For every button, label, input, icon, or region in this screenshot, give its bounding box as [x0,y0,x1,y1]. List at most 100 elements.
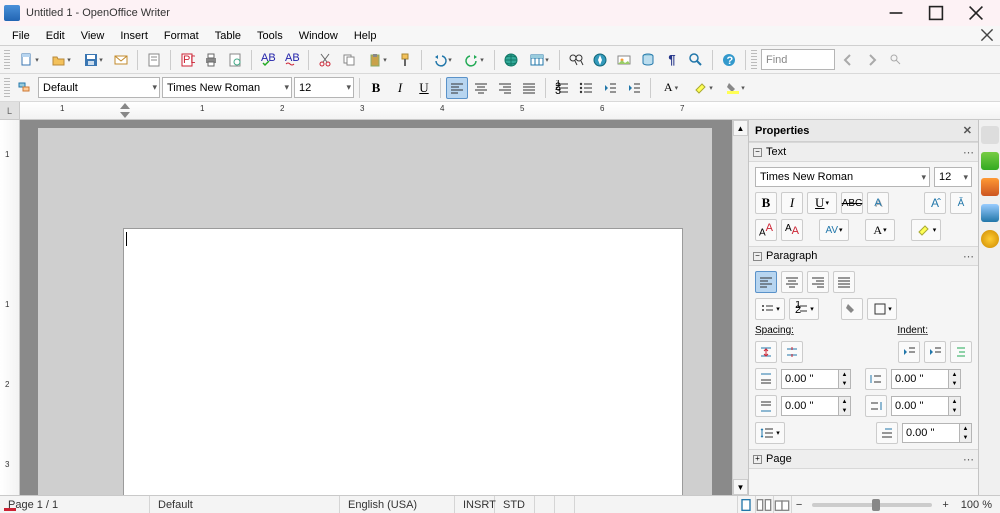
align-justify-button[interactable] [518,77,540,99]
cut-button[interactable] [314,49,336,71]
gallery-button[interactable] [613,49,635,71]
increase-spacing-button[interactable] [755,341,777,363]
panel-bold-button[interactable]: B [755,192,777,214]
panel-bg-color-button[interactable] [841,298,863,320]
zoom-button[interactable] [685,49,707,71]
help-button[interactable]: ? [718,49,740,71]
panel-align-left-button[interactable] [755,271,777,293]
new-doc-button[interactable]: ▾ [14,49,44,71]
paragraph-section-header[interactable]: − Paragraph ⋯ [749,246,978,266]
nonprinting-chars-button[interactable]: ¶ [661,49,683,71]
menu-view[interactable]: View [73,28,113,44]
view-single-page-icon[interactable] [738,496,756,513]
indent-marker-bottom-icon[interactable] [120,112,130,118]
panel-font-combo[interactable]: Times New Roman▾ [755,167,930,187]
panel-align-right-button[interactable] [807,271,829,293]
status-style[interactable]: Default [150,496,340,513]
line-spacing-button[interactable]: ▾ [755,422,785,444]
expand-icon[interactable]: + [753,455,762,464]
scroll-down-icon[interactable]: ▼ [733,479,748,495]
underline-button[interactable]: U [413,77,435,99]
minimize-button[interactable] [876,0,916,26]
panel-size-combo[interactable]: 12▾ [934,167,972,187]
close-doc-icon[interactable] [980,28,994,42]
increase-indent-panel-button[interactable] [898,341,920,363]
scroll-up-icon[interactable]: ▲ [733,120,748,136]
find-prev-button[interactable] [837,49,859,71]
auto-spellcheck-button[interactable]: ABC [281,49,303,71]
font-color-button[interactable]: A▾ [656,77,686,99]
decrease-indent-button[interactable] [599,77,621,99]
panel-strike-button[interactable]: ABC [841,192,863,214]
panel-italic-button[interactable]: I [781,192,803,214]
data-sources-button[interactable] [637,49,659,71]
menu-format[interactable]: Format [156,28,207,44]
undo-button[interactable]: ▾ [427,49,457,71]
toolbar-grip-3[interactable] [4,78,10,98]
decrease-spacing-button[interactable] [781,341,803,363]
navigator-button[interactable] [589,49,611,71]
save-button[interactable]: ▾ [78,49,108,71]
hanging-indent-button[interactable] [950,341,972,363]
toolbar-grip-2[interactable] [751,50,757,70]
indent-marker-icon[interactable] [120,103,130,109]
page-section-header[interactable]: + Page ⋯ [749,449,978,469]
panel-border-button[interactable]: ▾ [867,298,897,320]
decrease-indent-panel-button[interactable] [924,341,946,363]
vertical-scrollbar[interactable]: ▲ ▼ [732,120,748,495]
find-replace-button[interactable] [565,49,587,71]
bullets-button[interactable] [575,77,597,99]
status-page[interactable]: Page 1 / 1 [0,496,150,513]
redo-button[interactable]: ▾ [459,49,489,71]
spellcheck-button[interactable]: ABC [257,49,279,71]
zoom-slider[interactable] [812,503,932,507]
table-button[interactable]: ▾ [524,49,554,71]
collapse-icon[interactable]: − [753,252,762,261]
paragraph-style-combo[interactable]: Default▾ [38,77,160,98]
sidebar-tab-properties-icon[interactable] [981,126,999,144]
menu-edit[interactable]: Edit [38,28,73,44]
styles-button[interactable] [14,77,36,99]
maximize-button[interactable] [916,0,956,26]
panel-numbering-button[interactable]: 12▾ [789,298,819,320]
print-button[interactable] [200,49,222,71]
hyperlink-button[interactable] [500,49,522,71]
highlight-button[interactable]: ▾ [688,77,718,99]
toolbar-grip[interactable] [4,50,10,70]
more-options-icon[interactable]: ⋯ [963,250,974,263]
more-options-icon[interactable]: ⋯ [963,146,974,159]
align-left-button[interactable] [446,77,468,99]
italic-button[interactable]: I [389,77,411,99]
find-input[interactable]: Find [761,49,835,70]
bold-button[interactable]: B [365,77,387,99]
text-section-header[interactable]: − Text ⋯ [749,142,978,162]
space-below-spin[interactable]: 0.00 "▲▼ [781,396,851,416]
space-above-spin[interactable]: 0.00 "▲▼ [781,369,851,389]
copy-button[interactable] [338,49,360,71]
zoom-percent[interactable]: 100 % [953,496,1000,513]
panel-font-color-button[interactable]: A▾ [865,219,895,241]
background-color-button[interactable]: ▾ [720,77,750,99]
horizontal-ruler[interactable]: 1 1 2 3 4 5 6 7 [20,102,1000,119]
menu-tools[interactable]: Tools [249,28,291,44]
sidebar-tab-styles-icon[interactable] [981,204,999,222]
menu-table[interactable]: Table [207,28,249,44]
view-book-icon[interactable] [774,496,792,513]
status-language[interactable]: English (USA) [340,496,455,513]
panel-align-center-button[interactable] [781,271,803,293]
paste-button[interactable]: ▾ [362,49,392,71]
panel-bullets-button[interactable]: ▾ [755,298,785,320]
collapse-icon[interactable]: − [753,148,762,157]
status-insert-mode[interactable]: INSRT [455,496,495,513]
indent-after-spin[interactable]: 0.00 "▲▼ [891,396,961,416]
page[interactable] [123,228,683,495]
status-selection-mode[interactable]: STD [495,496,535,513]
panel-shadow-button[interactable]: A [867,192,889,214]
properties-close-icon[interactable]: ✕ [963,124,972,137]
email-button[interactable] [110,49,132,71]
panel-highlight-button[interactable]: ▾ [911,219,941,241]
menu-window[interactable]: Window [291,28,346,44]
firstline-indent-spin[interactable]: 0.00 "▲▼ [902,423,972,443]
document-area[interactable] [20,120,732,495]
find-all-button[interactable] [885,49,907,71]
